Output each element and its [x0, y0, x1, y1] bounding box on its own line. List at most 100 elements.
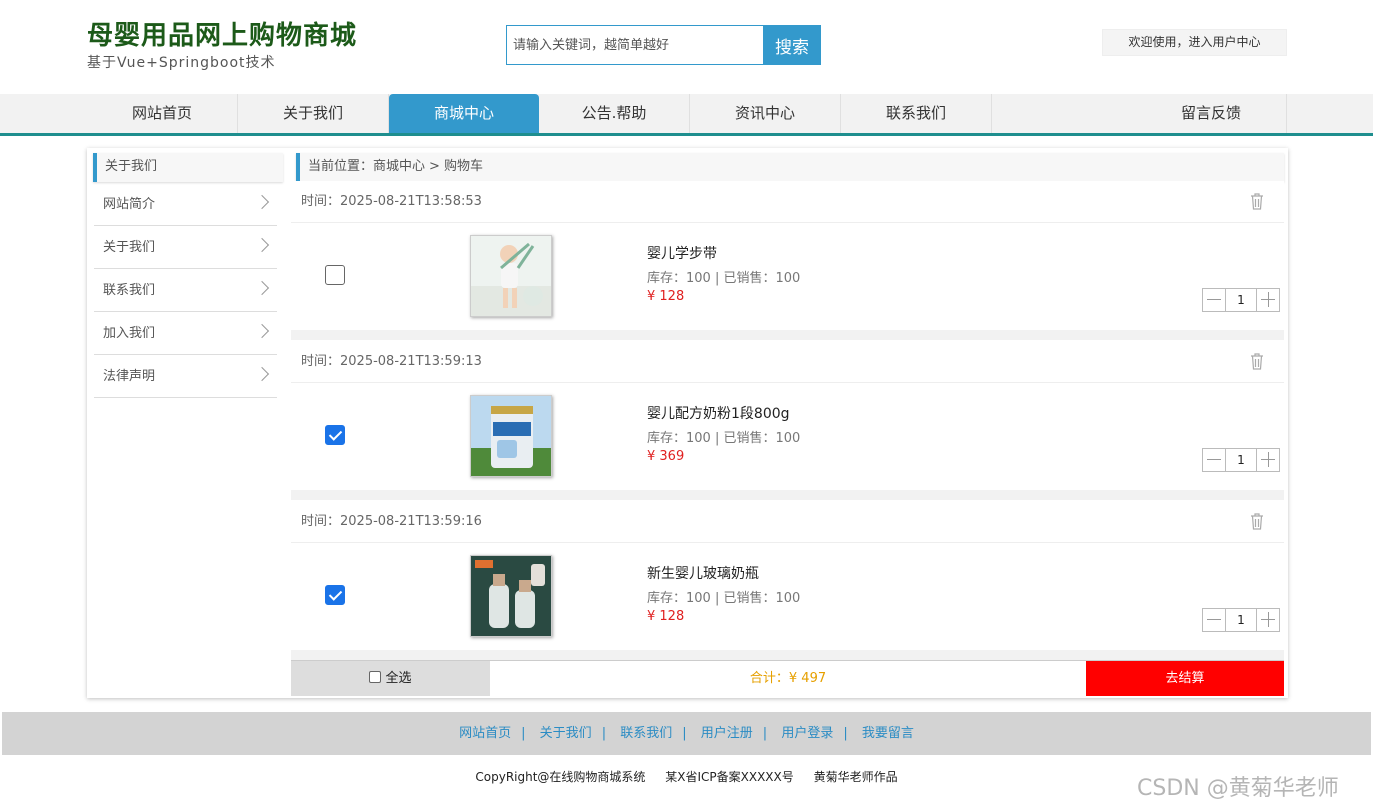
sidebar-item-label: 加入我们 [103, 326, 156, 341]
copyright-text: CopyRight@在线购物商城系统 [475, 770, 646, 784]
sidebar-item-about[interactable]: 关于我们 [94, 226, 277, 269]
breadcrumb-cart: 购物车 [443, 159, 483, 174]
cart-total: 合计：¥ 497 [749, 671, 827, 686]
quantity-stepper: 1 [1202, 288, 1280, 312]
search-button[interactable]: 搜索 [763, 25, 821, 65]
divider: | [762, 726, 768, 741]
cart-item-time: 时间：2025-08-21T13:59:16 [291, 501, 1284, 543]
quantity-value[interactable]: 1 [1226, 449, 1256, 471]
chevron-right-icon [254, 323, 270, 339]
cart-footer: 全选 合计：¥ 497 去结算 [291, 660, 1284, 696]
site-title[interactable]: 母婴用品网上购物商城 [87, 15, 357, 52]
quantity-value[interactable]: 1 [1226, 609, 1256, 631]
product-price: ¥ 128 [647, 289, 685, 304]
divider [291, 490, 1284, 500]
breadcrumb-sep: > [429, 159, 440, 174]
product-name[interactable]: 婴儿配方奶粉1段800g [647, 403, 790, 423]
breadcrumb-mall[interactable]: 商城中心 [373, 159, 425, 174]
divider [291, 650, 1284, 660]
product-stock: 库存：100 | 已销售：100 [647, 271, 801, 286]
author-text: 黄菊华老师作品 [813, 770, 898, 784]
baby-walker-photo-icon[interactable] [470, 235, 552, 317]
divider [291, 330, 1284, 340]
item-checkbox[interactable] [325, 585, 345, 605]
nav-item-home[interactable]: 网站首页 [87, 94, 238, 133]
sidebar-heading: 关于我们 [93, 153, 283, 182]
trash-icon[interactable] [1250, 193, 1264, 210]
minus-icon[interactable] [1203, 609, 1226, 631]
breadcrumb-prefix: 当前位置： [308, 159, 374, 174]
baby-bottle-photo-icon[interactable] [470, 555, 552, 637]
footer-link-login[interactable]: 用户登录 [781, 726, 833, 741]
nav-item-contact[interactable]: 联系我们 [841, 94, 992, 133]
sidebar-item-contact[interactable]: 联系我们 [94, 269, 277, 312]
nav-item-feedback[interactable]: 留言反馈 [1136, 94, 1287, 133]
divider: | [521, 726, 526, 741]
chevron-right-icon [254, 280, 270, 296]
product-stock: 库存：100 | 已销售：100 [647, 431, 801, 446]
milk-powder-photo-icon[interactable] [470, 395, 552, 477]
sidebar-item-label: 法律声明 [103, 369, 156, 384]
chevron-right-icon [254, 366, 270, 382]
product-name[interactable]: 婴儿学步带 [647, 243, 717, 263]
product-price: ¥ 128 [647, 609, 685, 624]
select-all-label: 全选 [385, 671, 412, 686]
chevron-right-icon [254, 194, 270, 210]
nav-item-news[interactable]: 资讯中心 [690, 94, 841, 133]
product-stock: 库存：100 | 已销售：100 [647, 591, 801, 606]
quantity-stepper: 1 [1202, 448, 1280, 472]
cart-item: 时间：2025-08-21T13:59:16 新生婴儿玻璃奶瓶 库存：100 |… [291, 501, 1284, 661]
sidebar-item-label: 关于我们 [103, 240, 156, 255]
time-label: 时间： [301, 514, 341, 529]
item-checkbox[interactable] [325, 265, 345, 285]
footer-link-about[interactable]: 关于我们 [540, 726, 592, 741]
content-frame: 关于我们 网站简介 关于我们 联系我们 加入我们 法律声明 当前位置：商城中心 >… [87, 148, 1288, 698]
cart-item: 时间：2025-08-21T13:58:53 婴儿学步带 库存：100 | 已销… [291, 181, 1284, 341]
footer-link-contact[interactable]: 联系我们 [620, 726, 672, 741]
footer-links: 网站首页 | 关于我们 | 联系我们 | 用户注册 | 用户登录 | 我要留言 [2, 712, 1371, 755]
main-nav: 网站首页 关于我们 商城中心 公告.帮助 资讯中心 联系我们 留言反馈 [0, 94, 1373, 136]
sidebar-item-legal[interactable]: 法律声明 [94, 355, 277, 398]
plus-icon[interactable] [1256, 609, 1279, 631]
time-value: 2025-08-21T13:59:16 [340, 514, 482, 529]
search-input[interactable] [506, 25, 764, 65]
nav-item-notice[interactable]: 公告.帮助 [539, 94, 690, 133]
checkbox-icon[interactable] [369, 671, 382, 683]
product-price: ¥ 369 [647, 449, 685, 464]
trash-icon[interactable] [1250, 353, 1264, 370]
quantity-value[interactable]: 1 [1226, 289, 1256, 311]
sidebar-item-label: 网站简介 [103, 197, 156, 212]
user-center-link[interactable]: 欢迎使用，进入用户中心 [1102, 29, 1287, 56]
sidebar-item-label: 联系我们 [103, 283, 156, 298]
plus-icon[interactable] [1256, 289, 1279, 311]
product-name[interactable]: 新生婴儿玻璃奶瓶 [647, 563, 759, 583]
cart-item: 时间：2025-08-21T13:59:13 婴儿配方奶粉1段800g 库存：1… [291, 341, 1284, 501]
select-all-checkbox[interactable]: 全选 [291, 661, 490, 696]
quantity-stepper: 1 [1202, 608, 1280, 632]
breadcrumb: 当前位置：商城中心 > 购物车 [296, 153, 1284, 182]
minus-icon[interactable] [1203, 289, 1226, 311]
divider: | [682, 726, 687, 741]
time-value: 2025-08-21T13:58:53 [340, 194, 482, 209]
divider: | [601, 726, 607, 741]
time-label: 时间： [301, 354, 341, 369]
plus-icon[interactable] [1256, 449, 1279, 471]
checkout-button[interactable]: 去结算 [1086, 661, 1284, 696]
footer-link-home[interactable]: 网站首页 [459, 726, 511, 741]
site-header: 母婴用品网上购物商城 基于Vue+Springboot技术 搜索 欢迎使用，进入… [0, 0, 1373, 94]
item-checkbox[interactable] [325, 425, 345, 445]
sidebar-item-intro[interactable]: 网站简介 [94, 183, 277, 226]
footer-link-register[interactable]: 用户注册 [701, 726, 753, 741]
cart-item-time: 时间：2025-08-21T13:58:53 [291, 181, 1284, 223]
nav-item-mall[interactable]: 商城中心 [389, 94, 539, 133]
divider: | [843, 726, 848, 741]
watermark: CSDN @黄菊华老师 [1137, 776, 1339, 801]
chevron-right-icon [254, 237, 270, 253]
sidebar-item-join[interactable]: 加入我们 [94, 312, 277, 355]
trash-icon[interactable] [1250, 513, 1264, 530]
nav-item-about[interactable]: 关于我们 [238, 94, 389, 133]
icp-text: 某X省ICP备案XXXXX号 [665, 770, 794, 784]
minus-icon[interactable] [1203, 449, 1226, 471]
footer-link-message[interactable]: 我要留言 [862, 726, 914, 741]
time-value: 2025-08-21T13:59:13 [340, 354, 482, 369]
